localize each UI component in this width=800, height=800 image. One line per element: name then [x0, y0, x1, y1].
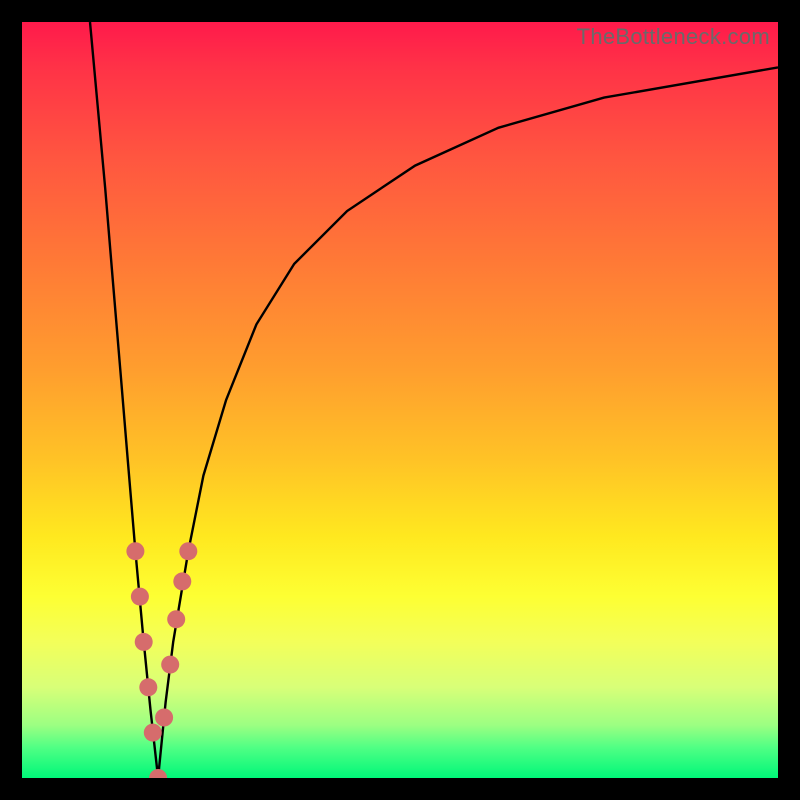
marker-dot — [161, 656, 179, 674]
marker-dot — [135, 633, 153, 651]
marker-dot — [173, 572, 191, 590]
chart-frame: TheBottleneck.com — [0, 0, 800, 800]
marker-dot — [179, 542, 197, 560]
marker-dot — [167, 610, 185, 628]
curve-right — [158, 67, 778, 778]
marker-dot — [155, 709, 173, 727]
chart-plot-area: TheBottleneck.com — [22, 22, 778, 778]
marker-dot — [149, 769, 167, 778]
chart-svg — [22, 22, 778, 778]
marker-dot — [144, 724, 162, 742]
marker-dot — [131, 588, 149, 606]
marker-dot — [126, 542, 144, 560]
marker-dot — [139, 678, 157, 696]
curve-left — [90, 22, 158, 778]
